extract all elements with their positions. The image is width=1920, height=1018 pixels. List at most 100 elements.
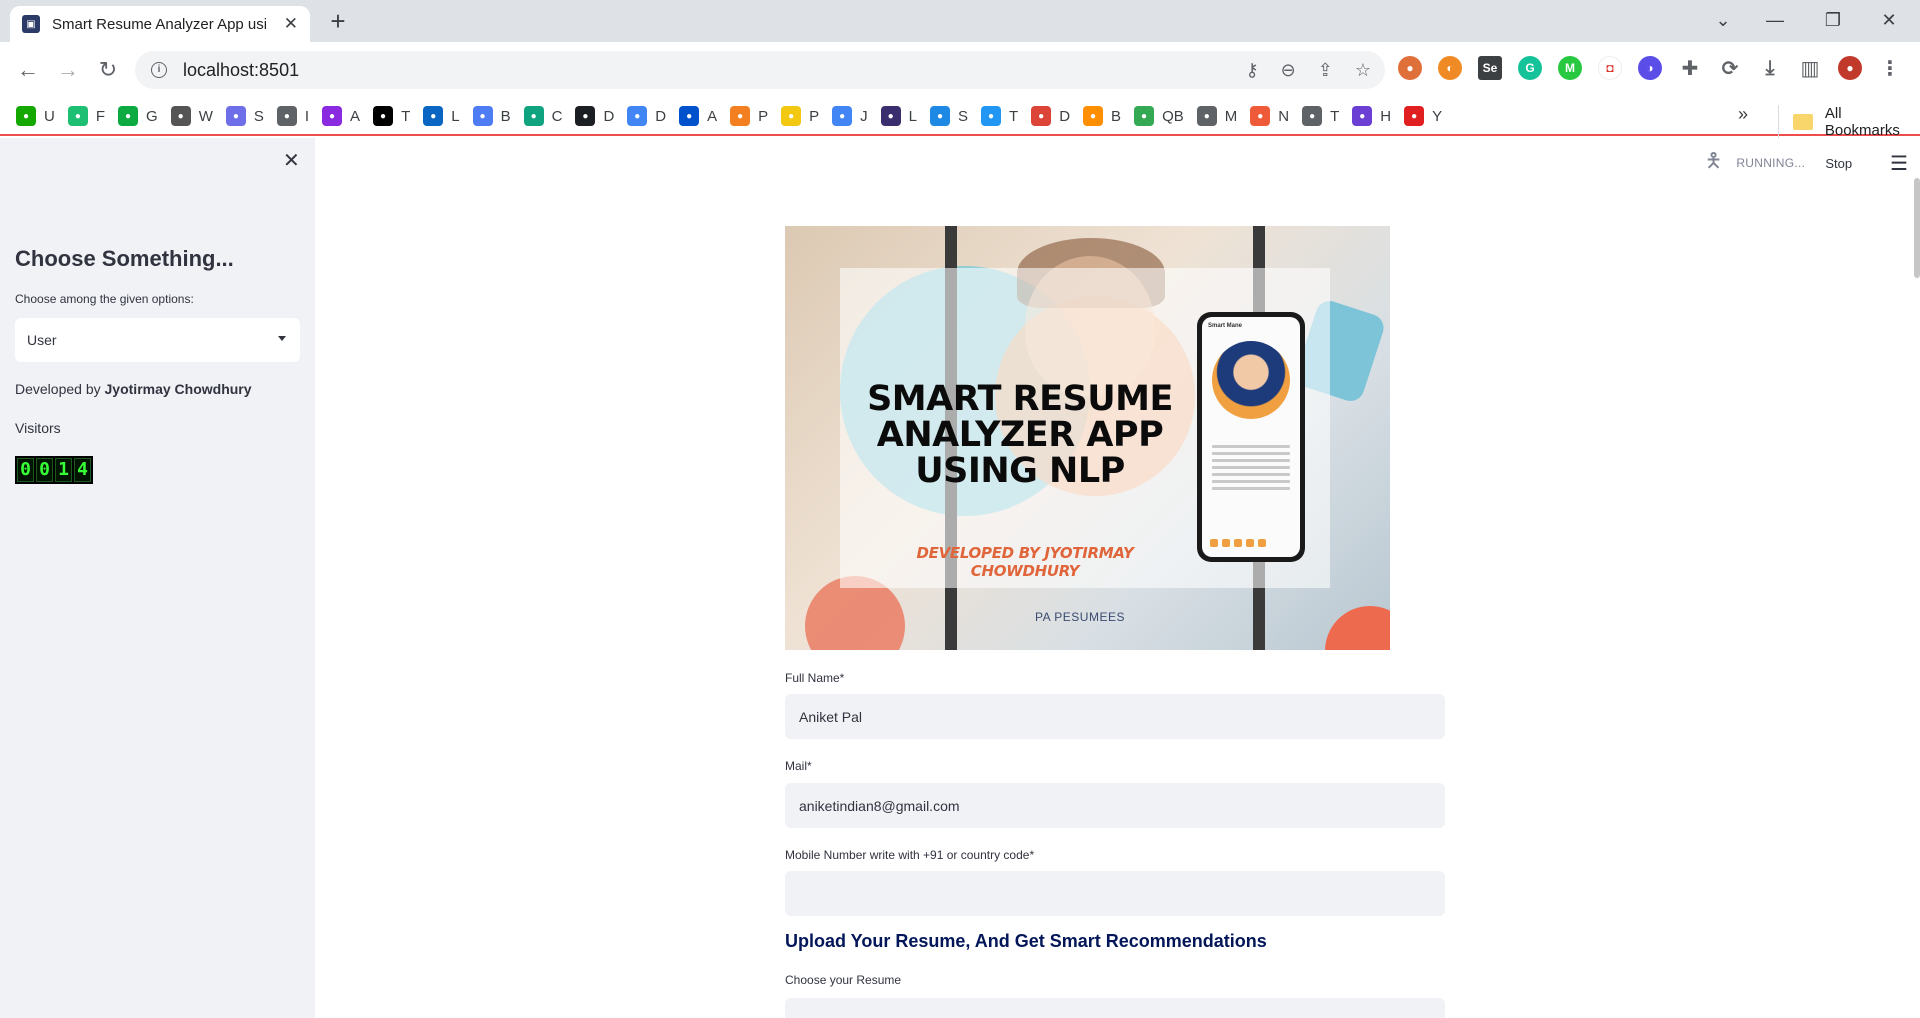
- bookmark-label: T: [1330, 107, 1340, 125]
- bookmark-label: D: [603, 107, 615, 125]
- bookmark-item[interactable]: ● A: [679, 106, 717, 126]
- tab-search-icon[interactable]: ⌄: [1700, 6, 1746, 34]
- bookmark-item[interactable]: ● T: [373, 106, 410, 126]
- all-bookmarks-button[interactable]: All Bookmarks: [1778, 105, 1920, 139]
- extension-icon[interactable]: M: [1558, 56, 1582, 80]
- upload-section-title: Upload Your Resume, And Get Smart Recomm…: [785, 931, 1267, 951]
- browser-tab[interactable]: ▣ Smart Resume Analyzer App usi ✕: [10, 6, 310, 42]
- back-icon[interactable]: ←: [14, 56, 42, 84]
- performance-icon[interactable]: ⟳: [1718, 56, 1742, 80]
- bookmark-label: L: [908, 107, 918, 125]
- app-status-bar: 🯅 RUNNING... Stop ☰: [1705, 146, 1908, 180]
- chrome-menu-icon[interactable]: ⋮: [1878, 56, 1902, 80]
- bookmark-item[interactable]: ● N: [1250, 106, 1289, 126]
- profile-avatar[interactable]: ●: [1838, 56, 1862, 80]
- key-icon[interactable]: ⚷: [1245, 60, 1258, 81]
- bookmark-label: U: [44, 107, 55, 125]
- more-bookmarks-icon[interactable]: »: [1738, 104, 1748, 125]
- bookmark-item[interactable]: ● G: [118, 106, 158, 126]
- scrollbar[interactable]: [1914, 178, 1920, 278]
- close-sidebar-icon[interactable]: ✕: [283, 148, 300, 173]
- extension-icon[interactable]: ◑: [1638, 56, 1662, 80]
- mail-input[interactable]: aniketindian8@gmail.com: [785, 783, 1445, 828]
- bookmark-item[interactable]: ● S: [930, 106, 968, 126]
- bookmark-item[interactable]: ● B: [472, 106, 511, 126]
- bookmark-item[interactable]: ● QB: [1134, 106, 1184, 126]
- download-icon[interactable]: ⤓: [1758, 56, 1782, 80]
- counter-digit: 0: [17, 458, 34, 482]
- bot-icon: ●: [1134, 106, 1155, 126]
- close-tab-icon[interactable]: ✕: [284, 14, 298, 34]
- bookmark-label: B: [500, 107, 511, 125]
- bookmark-item[interactable]: ● L: [423, 106, 460, 126]
- h-icon: ●: [1352, 106, 1373, 126]
- new-tab-button[interactable]: +: [322, 6, 354, 38]
- bookmark-label: B: [1111, 107, 1122, 125]
- hamburger-menu-icon[interactable]: ☰: [1890, 151, 1908, 176]
- counter-digit: 0: [36, 458, 53, 482]
- developer-name: Jyotirmay Chowdhury: [104, 381, 252, 397]
- bookmark-item[interactable]: ● H: [1352, 106, 1391, 126]
- puzzle-extensions-icon[interactable]: ✚: [1678, 56, 1702, 80]
- developer-credit: Developed by Jyotirmay Chowdhury: [15, 381, 252, 397]
- main-content: 🯅 RUNNING... Stop ☰ SMART RESUME ANALYZE…: [315, 138, 1920, 1018]
- bookmark-item[interactable]: ● W: [170, 106, 213, 126]
- site-info-icon[interactable]: i: [151, 62, 167, 78]
- stop-button[interactable]: Stop: [1825, 156, 1852, 171]
- bookmark-item[interactable]: ● D: [1031, 106, 1070, 126]
- bookmark-item[interactable]: ● B: [1083, 106, 1121, 126]
- bookmark-item[interactable]: ● A: [322, 106, 360, 126]
- zoom-icon[interactable]: ⊖: [1281, 60, 1296, 81]
- app-favicon-icon: ▣: [22, 15, 40, 33]
- side-panel-icon[interactable]: ▥: [1798, 56, 1822, 80]
- user-type-select[interactable]: User: [15, 318, 300, 362]
- bookmark-label: G: [146, 107, 158, 125]
- mobile-input[interactable]: [785, 871, 1445, 916]
- bookmark-item[interactable]: ● C: [523, 106, 562, 126]
- bookmark-item[interactable]: ● P: [730, 106, 768, 126]
- grammarly-icon[interactable]: G: [1518, 56, 1542, 80]
- bookmark-item[interactable]: ● T: [1302, 106, 1339, 126]
- visitors-label: Visitors: [15, 420, 61, 436]
- bookmark-label: S: [958, 107, 969, 125]
- reload-icon[interactable]: ↻: [94, 56, 122, 84]
- gemini-icon: ●: [472, 106, 493, 126]
- bookmark-item[interactable]: ● I: [276, 106, 309, 126]
- extension-icon[interactable]: ●: [1398, 56, 1422, 80]
- bookmark-item[interactable]: ● L: [880, 106, 918, 126]
- bookmark-item[interactable]: ● F: [67, 106, 105, 126]
- bookmark-item[interactable]: ● Y: [1404, 106, 1442, 126]
- bookmark-item[interactable]: ● P: [781, 106, 819, 126]
- share-icon[interactable]: ⇪: [1318, 60, 1333, 81]
- bookmark-item[interactable]: ● M: [1196, 106, 1237, 126]
- select-value: User: [27, 332, 57, 348]
- github-icon: ●: [575, 106, 596, 126]
- bookmark-item[interactable]: ● T: [981, 106, 1018, 126]
- hero-banner-image: SMART RESUME ANALYZER APP USING NLP DEVE…: [785, 226, 1390, 650]
- forward-icon[interactable]: →: [54, 56, 82, 84]
- bookmark-label: A: [350, 107, 361, 125]
- globe-icon: ●: [276, 106, 297, 126]
- star-icon[interactable]: ☆: [1355, 60, 1371, 81]
- bookmark-label: T: [401, 107, 411, 125]
- minimize-icon[interactable]: —: [1752, 6, 1798, 34]
- browser-toolbar: ← → ↻ i localhost:8501 ⚷ ⊖ ⇪ ☆ ● ◐ Se G …: [0, 42, 1920, 98]
- address-bar[interactable]: i localhost:8501 ⚷ ⊖ ⇪ ☆: [135, 51, 1385, 89]
- fiverr-icon: ●: [67, 106, 88, 126]
- bookmark-item[interactable]: ● D: [627, 106, 666, 126]
- close-window-icon[interactable]: ✕: [1866, 6, 1912, 34]
- phone-heading: Smart Mane: [1208, 323, 1243, 329]
- glassdoor-icon: ●: [118, 106, 139, 126]
- bookmark-item[interactable]: ● U: [16, 106, 55, 126]
- bookmark-label: P: [809, 107, 820, 125]
- extension-icon[interactable]: ◘: [1598, 56, 1622, 80]
- resume-uploader[interactable]: [785, 998, 1445, 1018]
- bookmark-item[interactable]: ● S: [225, 106, 264, 126]
- full-name-input[interactable]: Aniket Pal: [785, 694, 1445, 739]
- selenium-icon[interactable]: Se: [1478, 56, 1502, 80]
- restore-icon[interactable]: ❐: [1810, 6, 1856, 34]
- extension-icon[interactable]: ◐: [1438, 56, 1462, 80]
- bookmark-item[interactable]: ● J: [832, 106, 868, 126]
- full-name-label: Full Name*: [785, 671, 845, 685]
- bookmark-item[interactable]: ● D: [575, 106, 614, 126]
